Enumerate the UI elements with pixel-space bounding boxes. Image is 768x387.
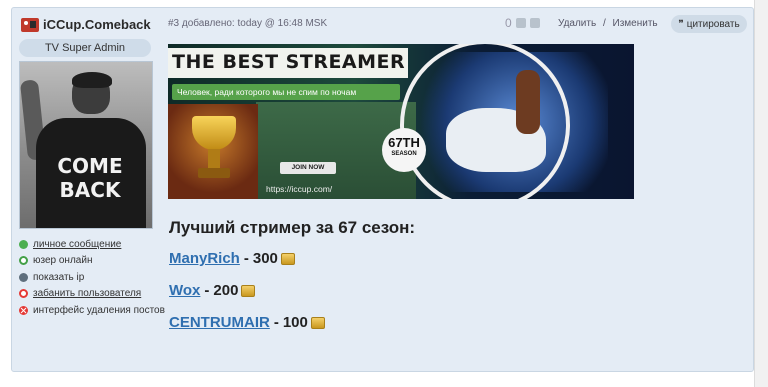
quote-label: цитировать [686,18,740,30]
ranking-row: CENTRUMAIR - 100 [169,314,325,331]
ranking-score: 300 [252,250,278,267]
post-meta: #3 добавлено: today @ 16:48 MSK [168,18,328,29]
private-message-link[interactable]: личное сообщение [33,239,121,250]
ranking-user-link[interactable]: ManyRich [169,250,240,267]
ranking-row: Wox - 200 [169,282,256,299]
user-online-label: юзер онлайн [33,255,93,266]
forum-post: iCCup.Comeback TV Super Admin COME BACK … [11,7,754,372]
action-private-message[interactable]: личное сообщение [19,236,165,252]
season-label: SEASON [391,151,417,157]
scrollbar-track[interactable] [754,0,768,387]
author-block: iCCup.Comeback [21,17,151,32]
gold-coins-icon [241,284,256,297]
edit-links: Удалить / Изменить [558,18,658,29]
ranking-user-link[interactable]: Wox [169,282,200,299]
banner-title: THE BEST STREAMER [172,51,406,73]
delete-link[interactable]: Удалить [558,18,596,29]
edit-link[interactable]: Изменить [613,18,658,29]
thumbs-up-icon[interactable] [515,18,526,28]
banner-slogan: Человек, ради которого мы не спим по ноч… [172,84,400,100]
banner-join-button: JOIN NOW [280,162,336,174]
ban-icon [19,289,28,298]
season-badge: 67TH SEASON [382,128,426,172]
thumbs-down-icon[interactable] [529,18,540,28]
gold-coins-icon [310,316,325,329]
separator: / [602,18,606,29]
delete-posts-label[interactable]: интерфейс удаления постов [33,305,165,316]
ranking-score: 200 [213,282,239,299]
user-rank-icon [21,17,39,32]
action-user-online: юзер онлайн [19,253,165,269]
streamer-banner-image: THE BEST STREAMER Человек, ради которого… [168,44,634,199]
online-status-icon [19,256,28,265]
author-name[interactable]: iCCup.Comeback [43,17,151,32]
quote-icon: ❞ [678,18,684,30]
avatar: COME BACK [19,61,153,229]
user-title-badge: TV Super Admin [19,39,151,57]
action-show-ip[interactable]: показать ip [19,269,165,285]
ranking-user-link[interactable]: CENTRUMAIR [169,314,270,331]
season-number: 67TH [388,135,420,150]
post-heading: Лучший стример за 67 сезон: [169,218,416,237]
post-rating: 0 [505,16,540,30]
quote-button[interactable]: ❞ цитировать [671,15,747,33]
action-delete-posts[interactable]: интерфейс удаления постов [19,302,165,318]
banner-site-url: https://iccup.com/ [266,184,333,194]
ranking-score: 100 [282,314,308,331]
message-icon [19,239,28,249]
show-ip-label[interactable]: показать ip [33,272,84,283]
delete-posts-icon [19,305,28,315]
ban-user-link[interactable]: забанить пользователя [33,288,141,299]
avatar-shirt-text: COME BACK [57,154,123,202]
gold-coins-icon [280,252,295,265]
action-ban-user[interactable]: забанить пользователя [19,286,165,302]
ranking-row: ManyRich - 300 [169,250,295,267]
ip-icon [19,272,28,282]
rating-value: 0 [505,16,512,30]
user-actions-list: личное сообщение юзер онлайн показать ip… [19,236,165,319]
